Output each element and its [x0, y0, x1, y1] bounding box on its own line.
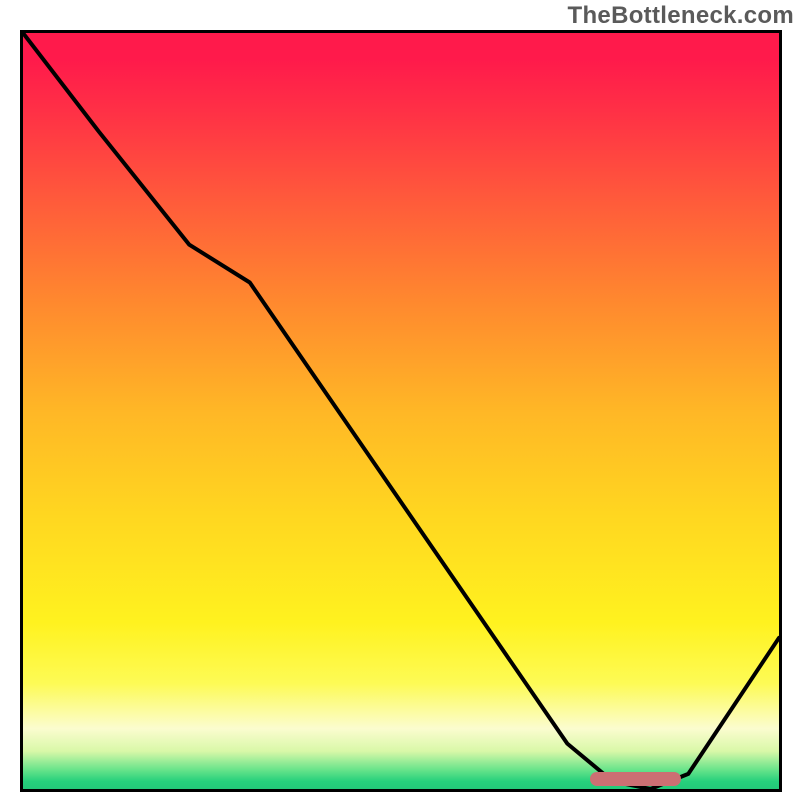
chart-container: TheBottleneck.com: [0, 0, 800, 800]
plot-frame: [20, 30, 782, 792]
watermark-text: TheBottleneck.com: [568, 2, 794, 30]
curve-layer: [23, 33, 779, 789]
optimal-range-marker: [590, 772, 681, 786]
bottleneck-curve: [23, 33, 779, 789]
